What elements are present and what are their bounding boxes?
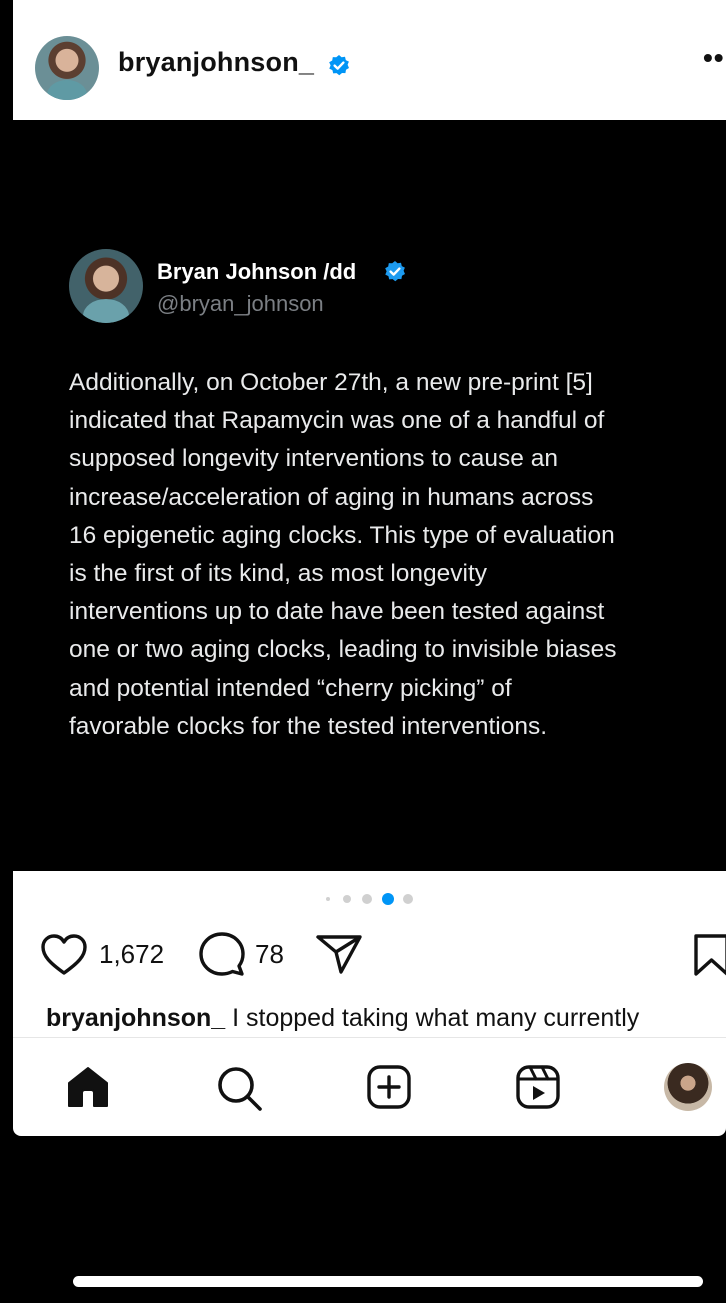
home-indicator[interactable] [73, 1276, 703, 1287]
home-icon[interactable] [65, 1064, 111, 1110]
tweet-body-text: Additionally, on October 27th, a new pre… [69, 364, 719, 746]
search-icon[interactable] [215, 1064, 263, 1112]
create-post-icon[interactable] [366, 1064, 412, 1110]
carousel-dot [403, 894, 413, 904]
tweet-author-handle: @bryan_johnson [157, 291, 324, 316]
profile-avatar[interactable] [664, 1063, 712, 1111]
tweet-author-name: Bryan Johnson /dd [157, 259, 357, 284]
verified-badge-icon [329, 55, 349, 76]
carousel-dot [362, 894, 372, 904]
post-header: bryanjohnson_ •• [13, 0, 726, 120]
post-image[interactable]: Bryan Johnson /dd @bryan_johnson Additio… [13, 120, 726, 871]
post-actions-panel: 1,672 78 bryanjohnson_ I stopped taking … [13, 871, 726, 1136]
caption-username[interactable]: bryanjohnson_ [46, 1004, 225, 1032]
nav-divider [13, 1037, 726, 1038]
tweet-line: is the first of its kind, as most longev… [69, 560, 488, 588]
tweet-line: Additionally, on October 27th, a new pre… [69, 369, 593, 396]
tweet-line: indicated that Rapamycin was one of a ha… [69, 407, 605, 435]
comment-count[interactable]: 78 [255, 939, 284, 970]
like-count[interactable]: 1,672 [99, 939, 164, 970]
comment-icon[interactable] [199, 931, 245, 977]
tweet-line: 16 epigenetic aging clocks. This type of… [69, 521, 615, 549]
tweet-line: interventions up to date have been teste… [69, 598, 605, 626]
more-options-icon[interactable]: •• [703, 42, 725, 74]
tweet-verified-icon [385, 261, 405, 282]
reels-icon[interactable] [515, 1064, 561, 1110]
caption-text: I stopped taking what many currently [225, 1004, 640, 1032]
tweet-line: and potential intended “cherry picking” … [69, 674, 512, 702]
tweet-line: increase/acceleration of aging in humans… [69, 483, 594, 511]
carousel-dot-active [382, 893, 394, 905]
tweet-author-avatar [69, 249, 143, 323]
tweet-line: supposed longevity interventions to caus… [69, 445, 558, 473]
carousel-indicator [13, 891, 726, 907]
tweet-line: favorable clocks for the tested interven… [69, 712, 548, 740]
tweet-line: one or two aging clocks, leading to invi… [69, 636, 617, 664]
share-icon[interactable] [315, 933, 363, 975]
user-avatar[interactable] [35, 36, 99, 100]
heart-icon[interactable] [40, 933, 88, 977]
post-caption[interactable]: bryanjohnson_ I stopped taking what many… [46, 1004, 639, 1033]
bookmark-icon[interactable] [693, 933, 726, 977]
carousel-dot [326, 897, 330, 901]
post-username[interactable]: bryanjohnson_ [118, 47, 314, 78]
carousel-dot [343, 895, 351, 903]
